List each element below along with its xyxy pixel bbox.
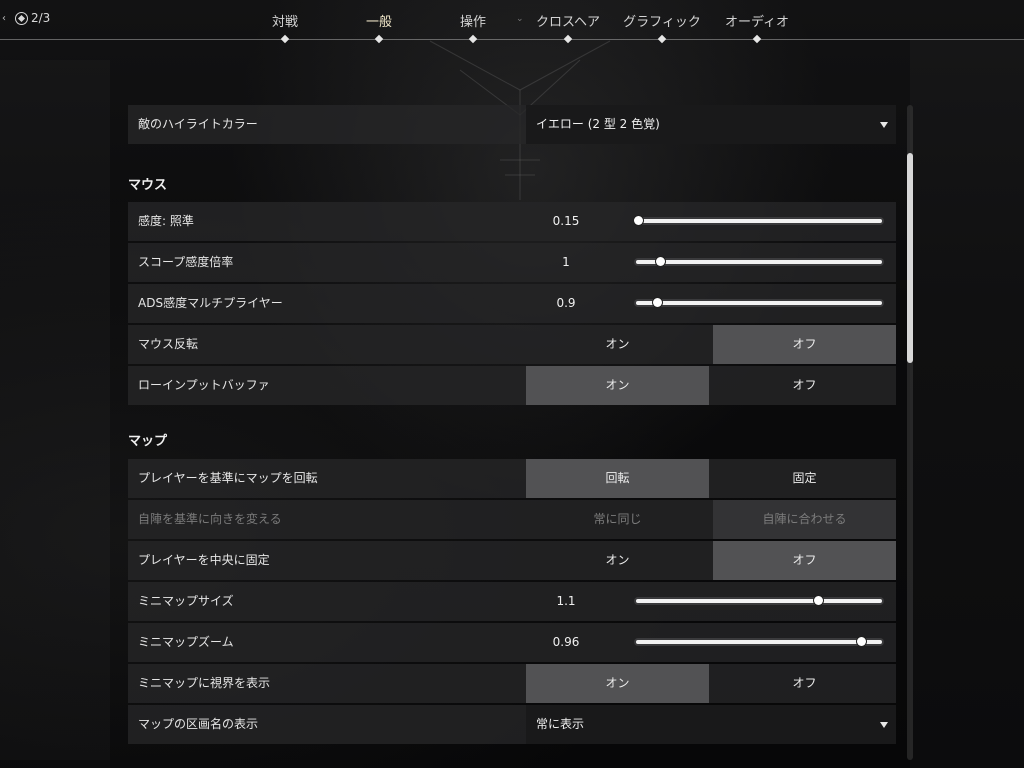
tab-general[interactable]: 一般 (366, 11, 392, 30)
scrollbar-thumb[interactable] (907, 153, 913, 363)
minimap-size-slider[interactable] (634, 596, 884, 605)
dropdown-value: 常に表示 (536, 717, 585, 731)
section-title-mouse: マウス (128, 178, 168, 193)
page-counter-text: 2/3 (31, 11, 51, 25)
slider-value: 1 (562, 255, 570, 269)
slider-knob[interactable] (634, 216, 643, 225)
slider-value: 0.9 (556, 296, 576, 310)
slider-rail (636, 219, 882, 223)
setting-label: ミニマップに視界を表示 (138, 676, 271, 690)
setting-row-rotate-map: プレイヤーを基準にマップを回転 回転 固定 (128, 459, 896, 498)
tab-audio[interactable]: オーディオ (725, 11, 789, 30)
settings-screen: ‹ 2/3 対戦 一般 操作 ⌄ クロスヘア グラフィック オーディオ 敵のハイ… (0, 0, 1024, 768)
setting-row-center-player: プレイヤーを中央に固定 オン オフ (128, 541, 896, 580)
setting-row-minimap-zoom: ミニマップズーム 0.96 (128, 623, 896, 662)
section-title-map: マップ (128, 434, 168, 449)
slider-rail (636, 301, 882, 305)
slider-rail (636, 640, 882, 644)
setting-label: ADS感度マルチプライヤー (138, 296, 283, 310)
setting-row-map-orientation: 自陣を基準に向きを変える 常に同じ 自陣に合わせる (128, 500, 896, 539)
setting-row-ads-multiplier: ADS感度マルチプライヤー 0.9 (128, 284, 896, 323)
raw-input-buffer-on-button[interactable]: オン (526, 366, 709, 405)
tab-marker-icon (280, 34, 290, 44)
minimap-zoom-slider[interactable] (634, 637, 884, 646)
slider-knob[interactable] (814, 596, 823, 605)
top-navigation: ‹ 2/3 対戦 一般 操作 ⌄ クロスヘア グラフィック オーディオ (0, 0, 1024, 44)
setting-label: 感度: 照準 (138, 214, 194, 228)
map-rotate-button[interactable]: 回転 (526, 459, 709, 498)
slider-value: 1.1 (556, 594, 576, 608)
caret-down-icon (880, 122, 888, 128)
setting-row-region-names: マップの区画名の表示 常に表示 (128, 705, 896, 744)
nav-divider (0, 39, 1024, 40)
slider-rail (636, 599, 882, 603)
setting-label: ローインプットバッファ (138, 378, 270, 392)
previous-indicator-icon: ‹ (2, 12, 6, 24)
page-marker-icon (15, 11, 28, 25)
setting-row-minimap-size: ミニマップサイズ 1.1 (128, 582, 896, 621)
setting-label: 敵のハイライトカラー (138, 117, 258, 131)
slider-knob[interactable] (857, 637, 867, 646)
scoped-sensitivity-slider[interactable] (634, 257, 884, 266)
setting-label: ミニマップサイズ (138, 594, 234, 608)
setting-row-scoped-sensitivity: スコープ感度倍率 1 (128, 243, 896, 282)
setting-row-raw-input-buffer: ローインプットバッファ オン オフ (128, 366, 896, 405)
minimap-vision-off-button[interactable]: オフ (713, 664, 896, 703)
region-names-dropdown[interactable]: 常に表示 (526, 705, 896, 744)
chevron-down-icon: ⌄ (516, 14, 524, 24)
slider-knob[interactable] (653, 298, 663, 307)
tab-marker-icon (563, 34, 573, 44)
map-fixed-button[interactable]: 固定 (713, 459, 896, 498)
tab-marker-icon (468, 34, 478, 44)
enemy-highlight-dropdown[interactable]: イエロー (2 型 2 色覚) (526, 105, 896, 144)
slider-knob[interactable] (655, 257, 665, 266)
setting-label: ミニマップズーム (138, 635, 234, 649)
settings-scrollbar[interactable] (907, 105, 913, 760)
caret-down-icon (880, 722, 888, 728)
setting-label: プレイヤーを中央に固定 (138, 553, 270, 567)
tab-marker-icon (657, 34, 667, 44)
settings-panel: 敵のハイライトカラー イエロー (2 型 2 色覚) マウス 感度: 照準 0.… (128, 103, 896, 768)
tab-marker-icon (752, 34, 762, 44)
tab-graphics[interactable]: グラフィック (623, 11, 701, 30)
setting-label: マウス反転 (138, 337, 199, 351)
minimap-vision-on-button[interactable]: オン (526, 664, 709, 703)
invert-mouse-on-button[interactable]: オン (526, 325, 709, 364)
setting-label: マップの区画名の表示 (138, 717, 259, 731)
tab-crosshair[interactable]: クロスヘア (536, 11, 600, 30)
center-player-on-button[interactable]: オン (526, 541, 709, 580)
orientation-based-on-side-button: 自陣に合わせる (713, 500, 896, 539)
dropdown-value: イエロー (2 型 2 色覚) (536, 117, 660, 131)
invert-mouse-off-button[interactable]: オフ (713, 325, 896, 364)
setting-label: 自陣を基準に向きを変える (138, 512, 282, 526)
setting-label: スコープ感度倍率 (138, 255, 234, 269)
setting-row-enemy-highlight: 敵のハイライトカラー イエロー (2 型 2 色覚) (128, 105, 896, 144)
slider-value: 0.15 (552, 214, 580, 228)
tab-marker-icon (374, 34, 384, 44)
setting-label: プレイヤーを基準にマップを回転 (138, 471, 318, 485)
orientation-always-same-button: 常に同じ (593, 512, 642, 526)
sensitivity-aim-slider[interactable] (634, 216, 884, 225)
tab-combat[interactable]: 対戦 (272, 11, 298, 30)
tab-controls[interactable]: 操作 (460, 11, 486, 30)
raw-input-buffer-off-button[interactable]: オフ (713, 366, 896, 405)
page-counter: ‹ 2/3 (2, 11, 50, 25)
slider-value: 0.96 (552, 635, 580, 649)
setting-row-minimap-vision: ミニマップに視界を表示 オン オフ (128, 664, 896, 703)
center-player-off-button[interactable]: オフ (713, 541, 896, 580)
ads-multiplier-slider[interactable] (634, 298, 884, 307)
setting-row-invert-mouse: マウス反転 オン オフ (128, 325, 896, 364)
setting-row-sensitivity-aim: 感度: 照準 0.15 (128, 202, 896, 241)
slider-rail (636, 260, 882, 264)
